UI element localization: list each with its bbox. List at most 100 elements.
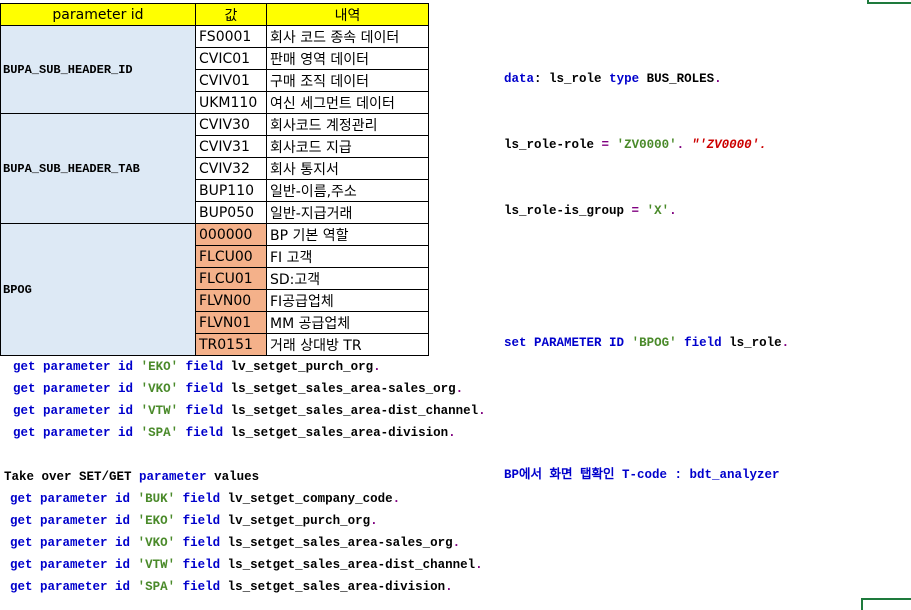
description-cell[interactable]: 구매 조직 데이터 — [266, 69, 429, 92]
value-cell[interactable]: CVIC01 — [195, 47, 267, 70]
column-header[interactable]: parameter id — [0, 3, 196, 26]
description-cell[interactable]: 회사코드 계정관리 — [266, 113, 429, 136]
description-cell[interactable]: MM 공급업체 — [266, 311, 429, 334]
comment: "'ZV0000'. — [691, 138, 767, 152]
get-parameter-block-2: get parameter id 'BUK' field lv_setget_c… — [10, 488, 483, 598]
string-literal: 'BPOG' — [631, 336, 677, 350]
keyword: set — [504, 336, 527, 350]
code-line: data: ls_role type BUS_ROLES. — [504, 68, 789, 90]
code-line: get parameter id 'VTW' field ls_setget_s… — [13, 400, 486, 422]
keyword: get — [13, 426, 36, 440]
description-cell[interactable]: 일반-지급거래 — [266, 201, 429, 224]
group-cell[interactable]: BPOG — [0, 223, 196, 356]
code-line: get parameter id 'VKO' field ls_setget_s… — [10, 532, 483, 554]
period: . — [475, 558, 483, 572]
keyword: get — [10, 492, 33, 506]
code-line: get parameter id 'BUK' field lv_setget_c… — [10, 488, 483, 510]
period: . — [781, 336, 790, 350]
description-cell[interactable]: BP 기본 역할 — [266, 223, 429, 246]
description-cell[interactable]: 회사 코드 종속 데이터 — [266, 25, 429, 48]
description-cell[interactable]: 여신 세그먼트 데이터 — [266, 91, 429, 114]
value-cell[interactable]: UKM110 — [195, 91, 267, 114]
value-cell[interactable]: FLVN00 — [195, 289, 267, 312]
keyword: parameter id — [40, 514, 131, 528]
keyword: field — [182, 536, 221, 550]
period: . — [445, 580, 453, 594]
value-cell[interactable]: TR0151 — [195, 333, 267, 356]
code-line: get parameter id 'SPA' field ls_setget_s… — [10, 576, 483, 598]
variable: ls_setget_sales_area-sales_org — [227, 536, 453, 550]
description-cell[interactable]: 일반-이름,주소 — [266, 179, 429, 202]
group-cell[interactable]: BUPA_SUB_HEADER_TAB — [0, 113, 196, 224]
colon: : — [534, 72, 542, 86]
get-parameter-block-1: get parameter id 'EKO' field lv_setget_p… — [13, 356, 486, 444]
take-over-heading: Take over SET/GET parameter values — [4, 466, 259, 488]
column-header[interactable]: 값 — [195, 3, 267, 26]
period: . — [452, 536, 461, 550]
value-cell[interactable]: CVIV01 — [195, 69, 267, 92]
keyword: parameter — [139, 470, 207, 484]
value-cell[interactable]: FS0001 — [195, 25, 267, 48]
description-cell[interactable]: 판매 영역 데이터 — [266, 47, 429, 70]
description-cell[interactable]: FI 고객 — [266, 245, 429, 268]
variable: ls_setget_sales_area-sales_org — [230, 382, 456, 396]
variable: lv_setget_company_code — [227, 492, 393, 506]
keyword: get — [10, 536, 33, 550]
keyword: parameter id — [43, 360, 134, 374]
code-line: ls_role-is_group = 'X'. — [504, 200, 789, 222]
group-cell[interactable]: BUPA_SUB_HEADER_ID — [0, 25, 196, 114]
period: . — [676, 138, 685, 152]
description-cell[interactable]: 회사코드 지급 — [266, 135, 429, 158]
string-literal: 'EKO' — [140, 360, 179, 374]
keyword: field — [684, 336, 722, 350]
keyword: field — [182, 558, 221, 572]
keyword: get — [10, 580, 33, 594]
keyword: parameter id — [43, 426, 134, 440]
parameter-table: parameter id 값 내역 BUPA_SUB_HEADER_ID FS0001 회… — [0, 3, 429, 356]
keyword: parameter id — [40, 580, 131, 594]
keyword: parameter id — [43, 404, 134, 418]
description-cell[interactable]: 회사 통지서 — [266, 157, 429, 180]
period: . — [455, 382, 464, 396]
description-cell[interactable]: 거래 상대방 TR — [266, 333, 429, 356]
keyword: get — [13, 360, 36, 374]
variable: ls_role-role — [504, 138, 595, 152]
keyword: parameter id — [40, 536, 131, 550]
value-cell[interactable]: BUP110 — [195, 179, 267, 202]
keyword: type — [609, 72, 640, 86]
variable: ls_setget_sales_area-dist_channel — [227, 558, 476, 572]
keyword: field — [185, 426, 224, 440]
variable: lv_setget_purch_org — [230, 360, 374, 374]
heading-text: Take over SET/GET — [4, 470, 132, 484]
keyword: field — [185, 360, 224, 374]
keyword: field — [185, 404, 224, 418]
period: . — [669, 204, 677, 218]
period: . — [448, 426, 456, 440]
value-cell[interactable]: CVIV31 — [195, 135, 267, 158]
string-literal: 'X' — [646, 204, 670, 218]
value-cell[interactable]: FLCU00 — [195, 245, 267, 268]
variable: ls_role — [549, 72, 602, 86]
value-cell[interactable]: FLCU01 — [195, 267, 267, 290]
column-header[interactable]: 내역 — [266, 3, 429, 26]
value-cell[interactable]: 000000 — [195, 223, 267, 246]
code-line: get parameter id 'SPA' field ls_setget_s… — [13, 422, 486, 444]
description-cell[interactable]: FI공급업체 — [266, 289, 429, 312]
table-header-row: parameter id 값 내역 — [0, 3, 429, 26]
string-literal: 'BUK' — [137, 492, 176, 506]
role-code-block: data: ls_role type BUS_ROLES. ls_role-ro… — [504, 24, 789, 508]
value-cell[interactable]: CVIV32 — [195, 157, 267, 180]
cell-selection-corner — [867, 0, 911, 4]
keyword: get — [10, 514, 33, 528]
value-cell[interactable]: FLVN01 — [195, 311, 267, 334]
string-literal: 'VTW' — [140, 404, 179, 418]
value-cell[interactable]: CVIV30 — [195, 113, 267, 136]
code-line: get parameter id 'EKO' field lv_setget_p… — [13, 356, 486, 378]
keyword: parameter id — [40, 492, 131, 506]
value-cell[interactable]: BUP050 — [195, 201, 267, 224]
type-name: BUS_ROLES — [646, 72, 715, 86]
keyword: data — [504, 72, 535, 86]
string-literal: 'VTW' — [137, 558, 176, 572]
string-literal: 'VKO' — [140, 382, 179, 396]
description-cell[interactable]: SD:고객 — [266, 267, 429, 290]
